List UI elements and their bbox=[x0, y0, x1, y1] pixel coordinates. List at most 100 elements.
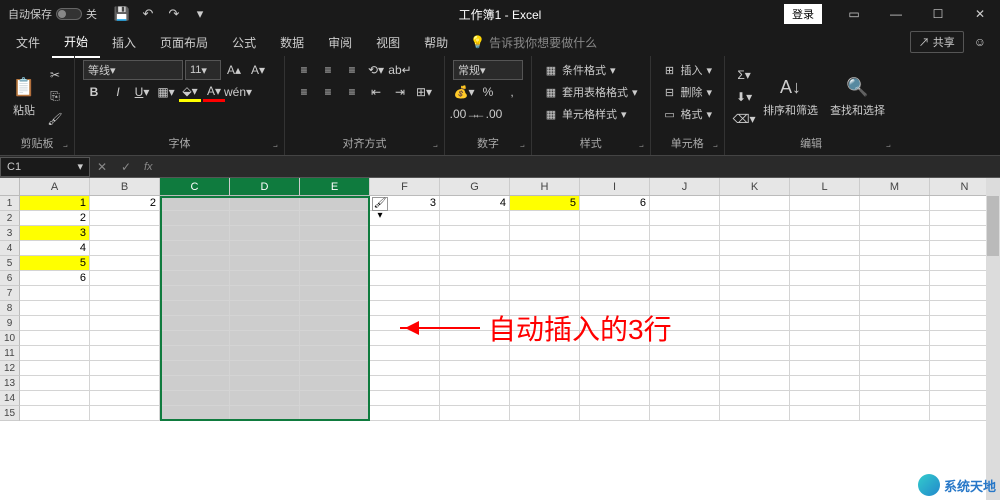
row-header-7[interactable]: 7 bbox=[0, 286, 20, 301]
maximize-icon[interactable]: ☐ bbox=[918, 0, 958, 28]
cell[interactable] bbox=[650, 286, 720, 301]
cell[interactable] bbox=[860, 316, 930, 331]
wrap-text-icon[interactable]: ab↵ bbox=[389, 60, 411, 80]
cell[interactable] bbox=[790, 256, 860, 271]
col-header-F[interactable]: F bbox=[370, 178, 440, 195]
cell[interactable] bbox=[510, 241, 580, 256]
cell[interactable] bbox=[440, 256, 510, 271]
cell[interactable] bbox=[720, 406, 790, 421]
col-header-L[interactable]: L bbox=[790, 178, 860, 195]
col-header-B[interactable]: B bbox=[90, 178, 160, 195]
col-header-H[interactable]: H bbox=[510, 178, 580, 195]
cell[interactable] bbox=[20, 361, 90, 376]
cell[interactable] bbox=[650, 241, 720, 256]
cell[interactable] bbox=[790, 301, 860, 316]
row-header-5[interactable]: 5 bbox=[0, 256, 20, 271]
cell[interactable] bbox=[510, 346, 580, 361]
align-top-icon[interactable]: ≡ bbox=[293, 60, 315, 80]
cell[interactable] bbox=[860, 226, 930, 241]
cell[interactable] bbox=[230, 226, 300, 241]
vertical-scrollbar[interactable] bbox=[986, 178, 1000, 500]
cell[interactable] bbox=[20, 301, 90, 316]
redo-icon[interactable]: ↷ bbox=[167, 7, 181, 21]
share-button[interactable]: ↗ 共享 bbox=[910, 31, 964, 53]
tab-view[interactable]: 视图 bbox=[364, 28, 412, 57]
cell[interactable] bbox=[510, 406, 580, 421]
cell[interactable] bbox=[720, 226, 790, 241]
cell[interactable] bbox=[370, 346, 440, 361]
cell[interactable]: 5 bbox=[510, 196, 580, 211]
cell[interactable] bbox=[20, 331, 90, 346]
cell[interactable] bbox=[860, 271, 930, 286]
tab-page-layout[interactable]: 页面布局 bbox=[148, 28, 220, 57]
cell[interactable] bbox=[580, 286, 650, 301]
delete-cells-button[interactable]: ⊟删除 ▾ bbox=[659, 82, 717, 102]
cell[interactable] bbox=[720, 211, 790, 226]
cell[interactable] bbox=[370, 391, 440, 406]
cell[interactable] bbox=[650, 406, 720, 421]
underline-icon[interactable]: U▾ bbox=[131, 82, 153, 102]
select-all-corner[interactable] bbox=[0, 178, 20, 195]
cell[interactable] bbox=[510, 226, 580, 241]
cell[interactable] bbox=[580, 211, 650, 226]
increase-font-icon[interactable]: A▴ bbox=[223, 60, 245, 80]
merge-icon[interactable]: ⊞▾ bbox=[413, 82, 435, 102]
col-header-E[interactable]: E bbox=[300, 178, 370, 195]
scrollbar-thumb[interactable] bbox=[987, 196, 999, 256]
fill-icon[interactable]: ⬇▾ bbox=[733, 87, 755, 107]
col-header-M[interactable]: M bbox=[860, 178, 930, 195]
cell[interactable] bbox=[160, 391, 230, 406]
cell[interactable] bbox=[20, 406, 90, 421]
cell[interactable] bbox=[300, 346, 370, 361]
cell[interactable] bbox=[300, 316, 370, 331]
cell[interactable]: 3 bbox=[20, 226, 90, 241]
login-button[interactable]: 登录 bbox=[784, 4, 822, 24]
cell[interactable] bbox=[90, 271, 160, 286]
cell[interactable] bbox=[650, 196, 720, 211]
tab-home[interactable]: 开始 bbox=[52, 27, 100, 58]
paste-options-icon[interactable]: 🖌▾ bbox=[372, 197, 388, 211]
cell[interactable] bbox=[90, 316, 160, 331]
paste-button[interactable]: 📋 粘贴 bbox=[8, 72, 40, 122]
fill-color-icon[interactable]: ⬙▾ bbox=[179, 82, 201, 102]
cell[interactable] bbox=[370, 376, 440, 391]
col-header-G[interactable]: G bbox=[440, 178, 510, 195]
phonetic-icon[interactable]: wén▾ bbox=[227, 82, 249, 102]
cell[interactable] bbox=[90, 226, 160, 241]
conditional-format-button[interactable]: ▦条件格式 ▾ bbox=[540, 60, 620, 80]
cell[interactable] bbox=[790, 376, 860, 391]
row-header-9[interactable]: 9 bbox=[0, 316, 20, 331]
col-header-A[interactable]: A bbox=[20, 178, 90, 195]
cell[interactable] bbox=[440, 376, 510, 391]
cell[interactable] bbox=[510, 376, 580, 391]
cell[interactable] bbox=[90, 391, 160, 406]
find-select-button[interactable]: 🔍 查找和选择 bbox=[826, 72, 889, 122]
cell[interactable] bbox=[230, 196, 300, 211]
cell[interactable] bbox=[440, 361, 510, 376]
orientation-icon[interactable]: ⟲▾ bbox=[365, 60, 387, 80]
cell[interactable] bbox=[300, 376, 370, 391]
cell[interactable] bbox=[440, 241, 510, 256]
cell[interactable] bbox=[370, 406, 440, 421]
table-format-button[interactable]: ▦套用表格格式 ▾ bbox=[540, 82, 642, 102]
row-header-11[interactable]: 11 bbox=[0, 346, 20, 361]
percent-icon[interactable]: % bbox=[477, 82, 499, 102]
cell[interactable] bbox=[160, 241, 230, 256]
cell[interactable] bbox=[20, 346, 90, 361]
row-header-8[interactable]: 8 bbox=[0, 301, 20, 316]
cell[interactable] bbox=[720, 196, 790, 211]
tab-help[interactable]: 帮助 bbox=[412, 28, 460, 57]
cell[interactable] bbox=[720, 361, 790, 376]
format-cells-button[interactable]: ▭格式 ▾ bbox=[659, 104, 717, 124]
cell[interactable] bbox=[20, 316, 90, 331]
cell[interactable] bbox=[650, 256, 720, 271]
col-header-D[interactable]: D bbox=[230, 178, 300, 195]
cell[interactable] bbox=[230, 301, 300, 316]
cell[interactable] bbox=[300, 271, 370, 286]
cell[interactable] bbox=[790, 361, 860, 376]
cell[interactable] bbox=[90, 286, 160, 301]
cell[interactable] bbox=[90, 361, 160, 376]
cell[interactable] bbox=[230, 391, 300, 406]
autosave-toggle[interactable]: 自动保存 关 bbox=[0, 6, 105, 22]
font-color-icon[interactable]: A▾ bbox=[203, 82, 225, 102]
